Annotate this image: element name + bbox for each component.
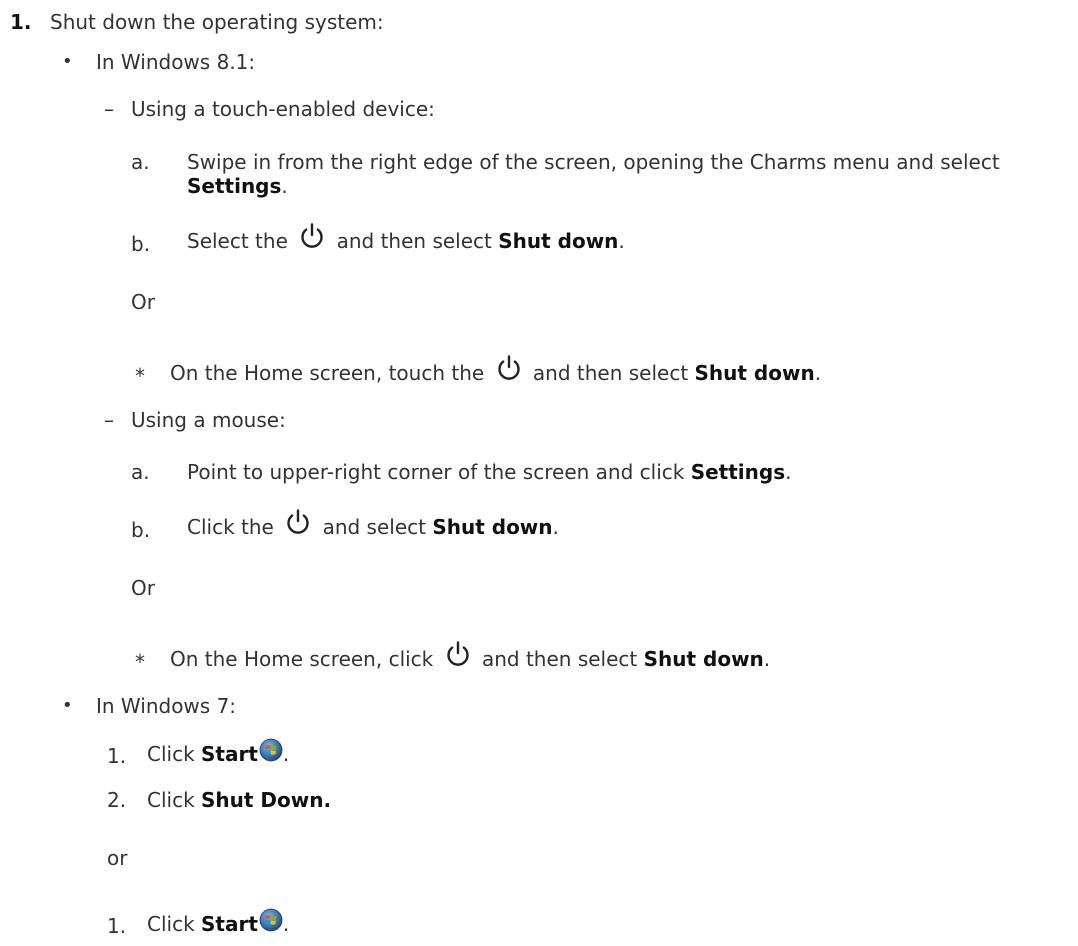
mouse-label: Using a mouse:	[131, 408, 286, 432]
start-term: Start	[201, 912, 258, 936]
win7-label: In Windows 7:	[96, 694, 237, 718]
step-letter: a.	[131, 460, 150, 484]
win7-step-2: Click Shut Down.	[147, 788, 332, 812]
win7-step-alt: Click Start.	[147, 908, 289, 939]
settings-term: Settings	[690, 460, 786, 484]
dash-marker: –	[104, 408, 114, 432]
windows-start-orb-icon	[259, 738, 283, 762]
shut-down-term: Shut down	[643, 647, 764, 671]
win7-step-1: Click Start.	[147, 738, 289, 769]
step-letter: b.	[131, 232, 151, 256]
power-icon	[298, 222, 326, 250]
or-text: Or	[131, 290, 155, 314]
power-icon	[284, 508, 312, 536]
touch-step-a-cont: Settings.	[187, 174, 288, 198]
touch-alt-text: On the Home screen, touch the and then s…	[170, 354, 821, 390]
step-number: 2.	[107, 788, 127, 812]
step-number: 1.	[10, 10, 32, 34]
settings-term: Settings	[187, 174, 282, 198]
touch-label: Using a touch-enabled device:	[131, 97, 435, 121]
step-number: 1.	[107, 914, 127, 938]
step-text: Shut down the operating system:	[50, 10, 384, 34]
touch-step-b-text: Select the and then select Shut down.	[187, 222, 625, 258]
windows-start-orb-icon	[259, 908, 283, 932]
shut-down-term: Shut Down.	[201, 788, 332, 812]
dash-marker: –	[104, 97, 114, 121]
shut-down-term: Shut down	[432, 515, 553, 539]
or-text: or	[107, 846, 128, 870]
step-letter: b.	[131, 518, 151, 542]
mouse-step-b-text: Click the and select Shut down.	[187, 508, 559, 544]
touch-step-a-text: Swipe in from the right edge of the scre…	[187, 150, 1000, 174]
start-term: Start	[201, 742, 258, 766]
power-icon	[495, 354, 523, 382]
bullet-marker: •	[62, 51, 73, 72]
mouse-alt-text: On the Home screen, click and then selec…	[170, 640, 770, 676]
step-letter: a.	[131, 150, 150, 174]
win81-label: In Windows 8.1:	[96, 50, 256, 74]
step-number: 1.	[107, 744, 127, 768]
star-marker: *	[135, 364, 145, 388]
shut-down-term: Shut down	[498, 229, 619, 253]
shut-down-term: Shut down	[694, 361, 815, 385]
mouse-step-a-text: Point to upper-right corner of the scree…	[187, 460, 792, 484]
or-text: Or	[131, 576, 155, 600]
star-marker: *	[135, 650, 145, 674]
power-icon	[444, 640, 472, 668]
bullet-marker: •	[62, 695, 73, 716]
